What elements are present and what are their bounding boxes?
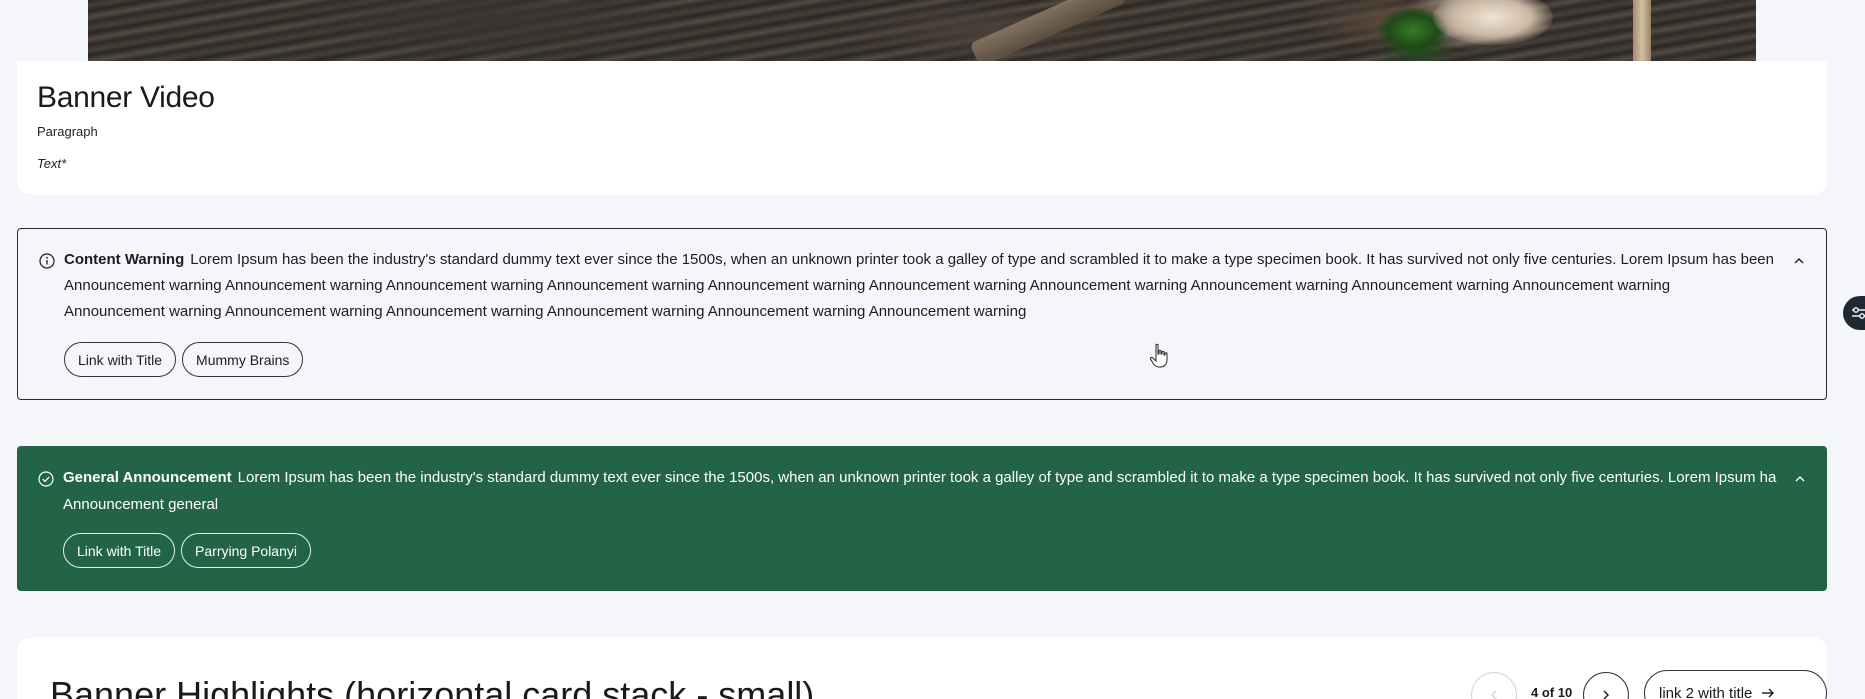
content-warning-label: Content Warning — [64, 251, 185, 268]
hero-log-shape — [969, 0, 1127, 61]
next-button[interactable] — [1583, 672, 1629, 699]
arrow-right-icon — [1762, 688, 1775, 698]
banner-hero-image — [88, 0, 1756, 61]
hand-cursor-icon — [1149, 343, 1168, 368]
banner-video-title: Banner Video — [37, 81, 215, 114]
paragraph-label: Paragraph — [37, 124, 98, 139]
banner-video-card: Banner Video Paragraph Text* — [17, 61, 1827, 194]
hero-post-shape — [1633, 0, 1651, 61]
banner-highlights-heading: Banner Highlights (horizontal card stack… — [50, 674, 815, 699]
general-announcement-label: General Announcement — [63, 469, 232, 486]
general-announcement-links: Link with Title Parrying Polanyi — [63, 533, 311, 568]
general-announcement-line-1: General Announcement Lorem Ipsum has been… — [63, 465, 1777, 491]
content-warning-links: Link with Title Mummy Brains — [64, 342, 304, 377]
mummy-brains-pill[interactable]: Mummy Brains — [182, 342, 304, 377]
chevron-up-icon[interactable] — [1793, 472, 1807, 486]
pager-counter: 4 of 10 — [1531, 685, 1573, 699]
content-warning-line-1: Content Warning Lorem Ipsum has been the … — [64, 247, 1776, 273]
general-announcement-summary: Lorem Ipsum has been the industry's stan… — [237, 469, 1777, 486]
general-announcement-alert: General Announcement Lorem Ipsum has been… — [17, 446, 1827, 591]
content-warning-alert: Content Warning Lorem Ipsum has been the … — [17, 228, 1827, 400]
side-settings-tab[interactable] — [1843, 296, 1865, 330]
link-2-label: link 2 with title — [1659, 684, 1753, 699]
info-icon — [39, 253, 55, 269]
link-2-with-title-button[interactable]: link 2 with title — [1644, 670, 1827, 699]
hero-highlight-shape — [1433, 0, 1553, 45]
link-with-title-pill[interactable]: Link with Title — [64, 342, 177, 377]
general-announcement-line-2: Announcement general — [63, 496, 219, 513]
text-label: Text* — [37, 156, 67, 171]
link-with-title-pill[interactable]: Link with Title — [63, 533, 176, 568]
content-warning-line-3: Announcement warning Announcement warnin… — [64, 303, 1027, 320]
check-circle-icon — [38, 471, 54, 487]
chevron-right-icon — [1603, 690, 1609, 699]
content-warning-line-2: Announcement warning Announcement warnin… — [64, 277, 1671, 294]
settings-sliders-icon — [1852, 307, 1865, 319]
banner-highlights-card: Banner Highlights (horizontal card stack… — [17, 638, 1827, 699]
chevron-up-icon[interactable] — [1792, 254, 1806, 268]
previous-button[interactable] — [1471, 672, 1517, 699]
chevron-left-icon — [1491, 690, 1497, 699]
content-warning-summary: Lorem Ipsum has been the industry's stan… — [190, 251, 1776, 268]
parrying-polanyi-pill[interactable]: Parrying Polanyi — [181, 533, 311, 568]
